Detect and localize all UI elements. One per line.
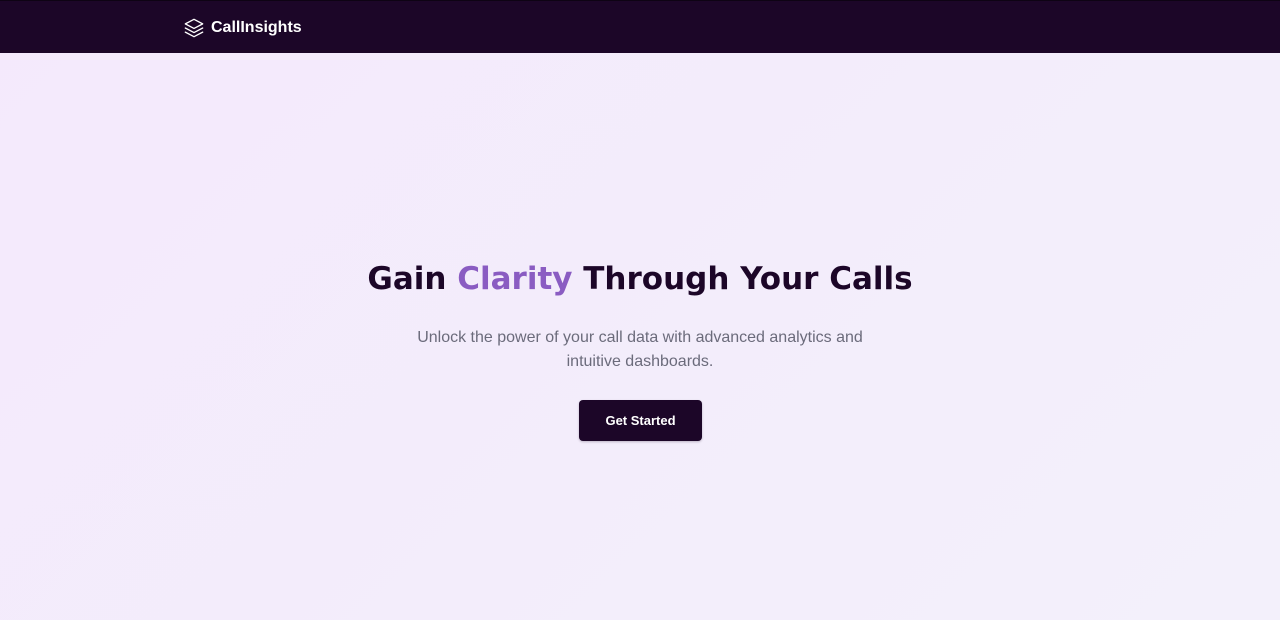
- hero-title-end: Through Your Calls: [572, 261, 913, 297]
- layers-icon: [184, 18, 204, 38]
- top-navbar: CallInsights: [0, 0, 1280, 53]
- hero-title: Gain Clarity Through Your Calls: [0, 259, 1280, 299]
- hero-subtitle: Unlock the power of your call data with …: [417, 329, 863, 370]
- hero-title-start: Gain: [367, 261, 458, 297]
- get-started-button[interactable]: Get Started: [579, 400, 702, 441]
- brand-name: CallInsights: [211, 19, 302, 36]
- brand-logo-link[interactable]: CallInsights: [183, 17, 302, 39]
- hero-title-accent: Clarity: [457, 261, 573, 297]
- hero-section: Gain Clarity Through Your Calls Unlock t…: [0, 53, 1280, 620]
